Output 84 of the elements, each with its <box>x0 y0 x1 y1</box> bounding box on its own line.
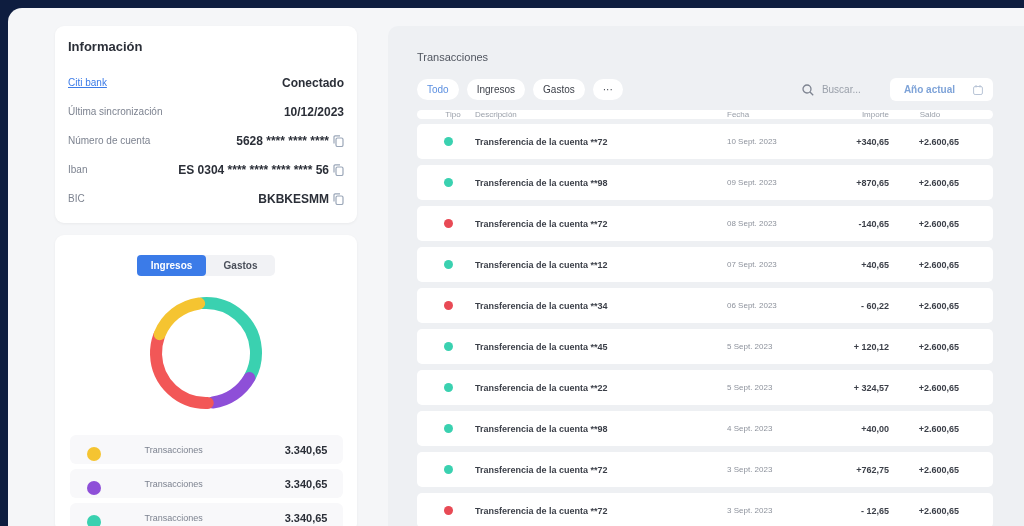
copy-icon[interactable] <box>333 163 344 176</box>
field-label: Última sincronización <box>68 106 163 117</box>
column-header: Descripción <box>475 110 518 119</box>
column-header: Saldo <box>918 110 941 119</box>
legend-value: 3.340,65 <box>284 477 328 490</box>
calendar-icon <box>973 84 983 95</box>
field-label: BIC <box>68 193 85 204</box>
date-cell-text: 3 Sept. 2023 <box>727 506 774 515</box>
description-cell-text: Transferencia de la cuenta **98 <box>475 423 609 434</box>
balance-cell: +2.600,65 <box>918 505 959 516</box>
date-cell-text: 10 Sept. 2023 <box>727 137 778 146</box>
amount-cell: +40,65 <box>861 259 889 270</box>
card-title: Información <box>68 39 144 54</box>
status-value: Conectado <box>282 75 344 90</box>
balance-cell: +2.600,65 <box>918 136 959 147</box>
balance-cell: +2.600,65 <box>918 218 959 229</box>
transaction-row[interactable]: Transferencia de la cuenta **72 3 Sept. 2023 +762,75 +2.600,65 <box>417 452 993 487</box>
legend-value: 3.340,65 <box>284 443 328 456</box>
amount-cell: + 324,57 <box>853 382 889 393</box>
column-header: Fecha <box>727 110 751 119</box>
transaction-row[interactable]: Transferencia de la cuenta **12 07 Sept. 2023 +40,65 +2.600,65 <box>417 247 993 282</box>
date-cell-text: 07 Sept. 2023 <box>727 260 778 269</box>
transaction-row[interactable]: Transferencia de la cuenta **22 5 Sept. 2023 + 324,57 +2.600,65 <box>417 370 993 405</box>
amount-cell: +340,65 <box>856 136 889 147</box>
description-cell-text: Transferencia de la cuenta **12 <box>475 259 609 270</box>
filter-chip[interactable]: Gastos <box>533 79 585 100</box>
copy-icon[interactable] <box>333 192 344 205</box>
field-label: Iban <box>68 164 88 175</box>
amount-cell: -140,65 <box>858 218 889 229</box>
balance-cell: +2.600,65 <box>918 423 959 434</box>
date-cell-text: 06 Sept. 2023 <box>727 301 778 310</box>
balance-cell: +2.600,65 <box>918 341 959 352</box>
segment-tab[interactable]: Gastos <box>206 255 275 276</box>
transaction-row[interactable]: Transferencia de la cuenta **98 09 Sept. 2023 +870,65 +2.600,65 <box>417 165 993 200</box>
date-cell-text: 08 Sept. 2023 <box>727 219 778 228</box>
field-label: Número de cuenta <box>68 135 151 146</box>
description-cell-text: Transferencia de la cuenta **98 <box>475 177 609 188</box>
transaction-row[interactable]: Transferencia de la cuenta **72 10 Sept. 2023 +340,65 +2.600,65 <box>417 124 993 159</box>
panel-title: Transacciones <box>417 51 490 63</box>
description-cell-text: Transferencia de la cuenta **72 <box>475 505 609 516</box>
bank-link[interactable]: Citi bank <box>68 77 107 88</box>
search-icon[interactable] <box>801 83 814 96</box>
search-field[interactable]: Buscar... <box>819 83 872 96</box>
amount-cell: +762,75 <box>856 464 889 475</box>
field-value: ES 0304 **** **** **** **** 56 <box>178 162 329 177</box>
legend-value: 3.340,65 <box>284 511 328 524</box>
amount-cell: - 12,65 <box>860 505 889 516</box>
transaction-row[interactable]: Transferencia de la cuenta **34 06 Sept. 2023 - 60,22 +2.600,65 <box>417 288 993 323</box>
description-cell-text: Transferencia de la cuenta **34 <box>475 300 609 311</box>
copy-icon[interactable] <box>333 134 344 147</box>
balance-cell: +2.600,65 <box>918 300 959 311</box>
field-value: 5628 **** **** **** <box>236 133 329 148</box>
transaction-row[interactable]: Transferencia de la cuenta **45 5 Sept. 2023 + 120,12 +2.600,65 <box>417 329 993 364</box>
amount-cell: +40,00 <box>861 423 889 434</box>
balance-cell: +2.600,65 <box>918 177 959 188</box>
description-cell-text: Transferencia de la cuenta **72 <box>475 136 609 147</box>
column-header: Tipo <box>444 110 461 119</box>
date-cell-text: 09 Sept. 2023 <box>727 178 778 187</box>
legend-label: Transacciones <box>144 512 204 523</box>
field-value: BKBKESMM <box>258 191 329 206</box>
filter-chip[interactable]: ··· <box>592 79 623 100</box>
date-cell-text: 5 Sept. 2023 <box>727 342 774 351</box>
segment-tab[interactable]: Ingresos <box>137 255 206 276</box>
date-cell-text: 5 Sept. 2023 <box>727 383 774 392</box>
description-cell-text: Transferencia de la cuenta **72 <box>475 218 609 229</box>
amount-cell: + 120,12 <box>853 341 889 352</box>
balance-cell: +2.600,65 <box>918 382 959 393</box>
balance-cell: +2.600,65 <box>918 464 959 475</box>
date-cell-text: 3 Sept. 2023 <box>727 465 774 474</box>
description-cell-text: Transferencia de la cuenta **45 <box>475 341 609 352</box>
date-cell-text: 4 Sept. 2023 <box>727 424 774 433</box>
legend-label: Transacciones <box>144 444 204 455</box>
transaction-row[interactable]: Transferencia de la cuenta **72 08 Sept. 2023 -140,65 +2.600,65 <box>417 206 993 241</box>
field-value: 10/12/2023 <box>283 104 344 119</box>
amount-cell: - 60,22 <box>860 300 889 311</box>
column-header: Importe <box>861 110 889 119</box>
filter-chip[interactable]: Ingresos <box>466 79 526 100</box>
transaction-row[interactable]: Transferencia de la cuenta **98 4 Sept. 2023 +40,00 +2.600,65 <box>417 411 993 446</box>
balance-cell: +2.600,65 <box>918 259 959 270</box>
description-cell-text: Transferencia de la cuenta **72 <box>475 464 609 475</box>
transaction-row[interactable]: Transferencia de la cuenta **72 3 Sept. 2023 - 12,65 +2.600,65 <box>417 493 993 526</box>
legend-label: Transacciones <box>144 478 204 489</box>
description-cell-text: Transferencia de la cuenta **22 <box>475 382 609 393</box>
amount-cell: +870,65 <box>856 177 889 188</box>
